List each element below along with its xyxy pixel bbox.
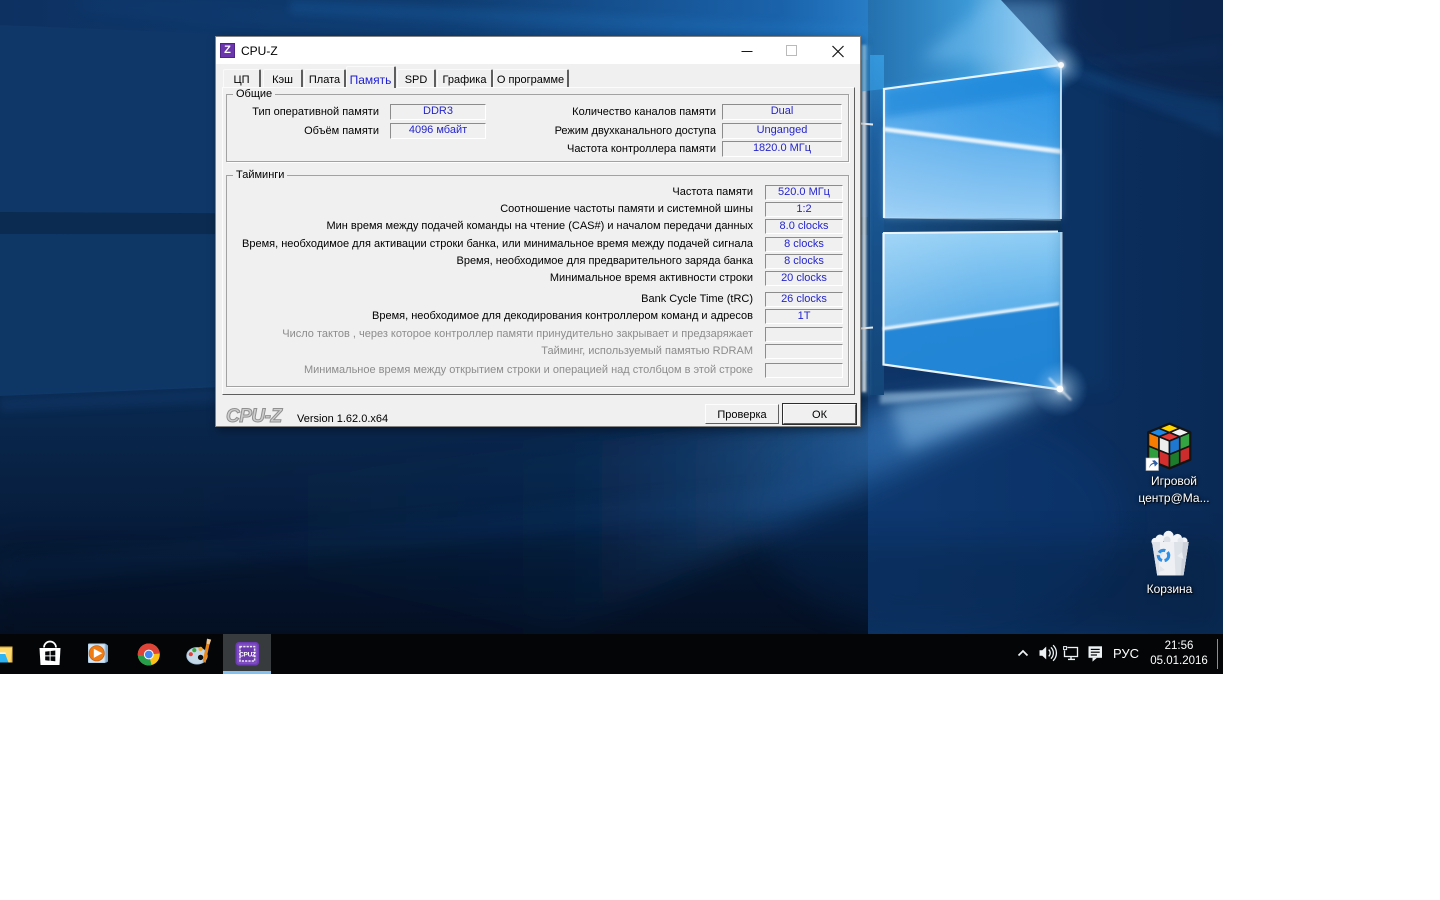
svg-text:CPUZ: CPUZ bbox=[239, 652, 256, 659]
